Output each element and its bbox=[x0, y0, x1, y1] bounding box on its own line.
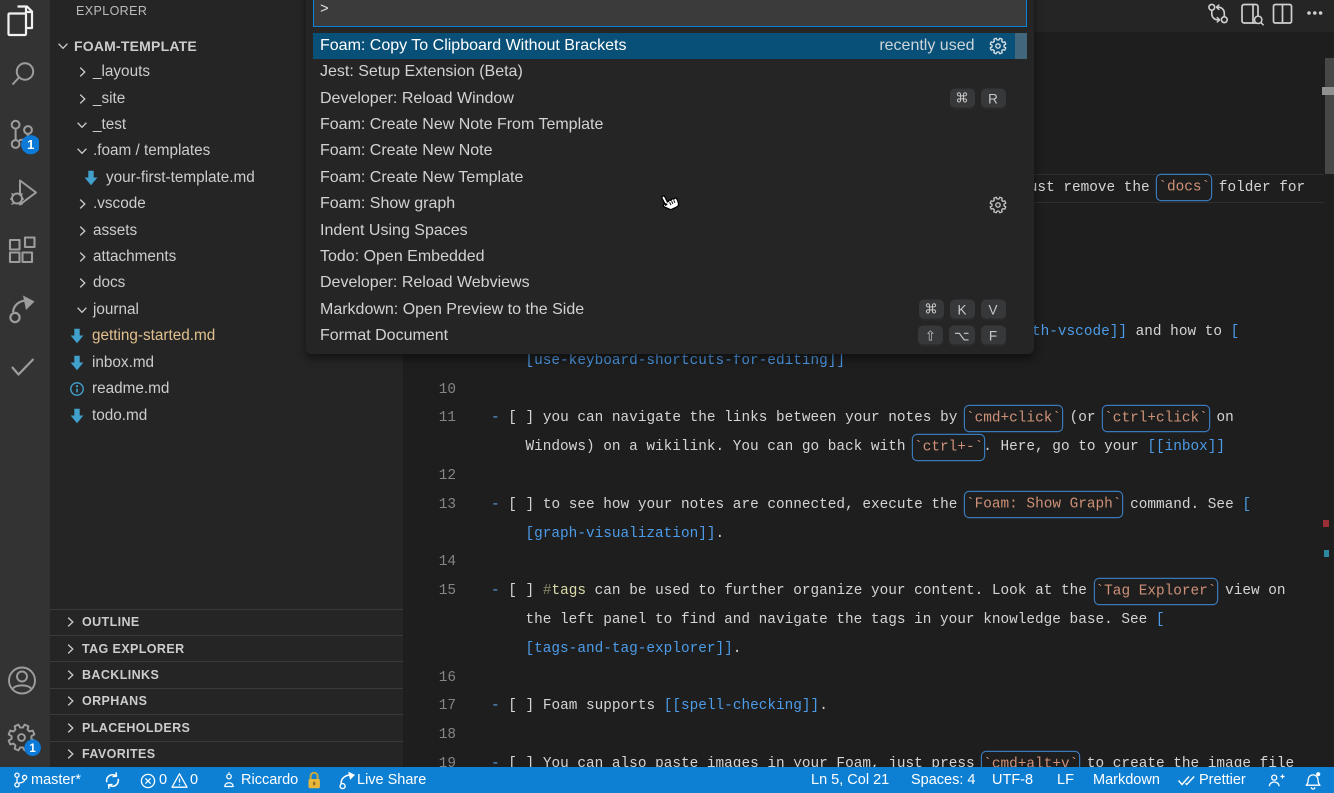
svg-text:1: 1 bbox=[29, 743, 36, 755]
svg-text:1: 1 bbox=[27, 137, 34, 152]
